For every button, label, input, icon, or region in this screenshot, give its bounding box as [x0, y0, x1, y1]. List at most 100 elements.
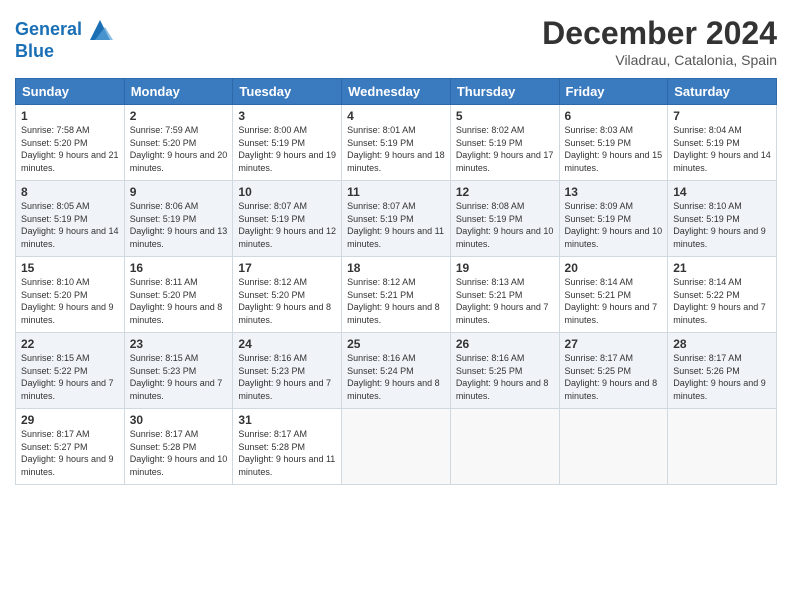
- logo: General Blue: [15, 15, 115, 62]
- day-number: 2: [130, 109, 228, 123]
- day-info: Sunrise: 8:16 AM Sunset: 5:25 PM Dayligh…: [456, 352, 554, 402]
- day-info: Sunrise: 8:13 AM Sunset: 5:21 PM Dayligh…: [456, 276, 554, 326]
- day-info: Sunrise: 8:06 AM Sunset: 5:19 PM Dayligh…: [130, 200, 228, 250]
- day-number: 5: [456, 109, 554, 123]
- day-number: 20: [565, 261, 663, 275]
- day-info: Sunrise: 8:17 AM Sunset: 5:28 PM Dayligh…: [130, 428, 228, 478]
- calendar-empty-cell: [559, 409, 668, 485]
- day-number: 4: [347, 109, 445, 123]
- calendar-day-cell: 31 Sunrise: 8:17 AM Sunset: 5:28 PM Dayl…: [233, 409, 342, 485]
- calendar-week-row: 29 Sunrise: 8:17 AM Sunset: 5:27 PM Dayl…: [16, 409, 777, 485]
- calendar-day-cell: 10 Sunrise: 8:07 AM Sunset: 5:19 PM Dayl…: [233, 181, 342, 257]
- calendar-header-wednesday: Wednesday: [342, 79, 451, 105]
- day-number: 8: [21, 185, 119, 199]
- calendar-day-cell: 28 Sunrise: 8:17 AM Sunset: 5:26 PM Dayl…: [668, 333, 777, 409]
- header: General Blue December 2024 Viladrau, Cat…: [15, 15, 777, 68]
- calendar-week-row: 22 Sunrise: 8:15 AM Sunset: 5:22 PM Dayl…: [16, 333, 777, 409]
- calendar-day-cell: 24 Sunrise: 8:16 AM Sunset: 5:23 PM Dayl…: [233, 333, 342, 409]
- calendar-day-cell: 27 Sunrise: 8:17 AM Sunset: 5:25 PM Dayl…: [559, 333, 668, 409]
- day-number: 27: [565, 337, 663, 351]
- calendar-header-friday: Friday: [559, 79, 668, 105]
- calendar-day-cell: 2 Sunrise: 7:59 AM Sunset: 5:20 PM Dayli…: [124, 105, 233, 181]
- day-number: 28: [673, 337, 771, 351]
- day-info: Sunrise: 8:12 AM Sunset: 5:21 PM Dayligh…: [347, 276, 445, 326]
- calendar-day-cell: 26 Sunrise: 8:16 AM Sunset: 5:25 PM Dayl…: [450, 333, 559, 409]
- calendar-day-cell: 22 Sunrise: 8:15 AM Sunset: 5:22 PM Dayl…: [16, 333, 125, 409]
- calendar-empty-cell: [668, 409, 777, 485]
- day-number: 18: [347, 261, 445, 275]
- calendar-day-cell: 16 Sunrise: 8:11 AM Sunset: 5:20 PM Dayl…: [124, 257, 233, 333]
- day-info: Sunrise: 8:17 AM Sunset: 5:27 PM Dayligh…: [21, 428, 119, 478]
- day-number: 7: [673, 109, 771, 123]
- calendar-day-cell: 18 Sunrise: 8:12 AM Sunset: 5:21 PM Dayl…: [342, 257, 451, 333]
- day-number: 17: [238, 261, 336, 275]
- day-info: Sunrise: 8:08 AM Sunset: 5:19 PM Dayligh…: [456, 200, 554, 250]
- calendar-week-row: 1 Sunrise: 7:58 AM Sunset: 5:20 PM Dayli…: [16, 105, 777, 181]
- calendar-day-cell: 9 Sunrise: 8:06 AM Sunset: 5:19 PM Dayli…: [124, 181, 233, 257]
- day-info: Sunrise: 8:17 AM Sunset: 5:25 PM Dayligh…: [565, 352, 663, 402]
- calendar-day-cell: 15 Sunrise: 8:10 AM Sunset: 5:20 PM Dayl…: [16, 257, 125, 333]
- calendar-header-tuesday: Tuesday: [233, 79, 342, 105]
- day-number: 31: [238, 413, 336, 427]
- day-info: Sunrise: 8:10 AM Sunset: 5:20 PM Dayligh…: [21, 276, 119, 326]
- day-info: Sunrise: 8:07 AM Sunset: 5:19 PM Dayligh…: [347, 200, 445, 250]
- calendar-week-row: 15 Sunrise: 8:10 AM Sunset: 5:20 PM Dayl…: [16, 257, 777, 333]
- day-number: 11: [347, 185, 445, 199]
- calendar-day-cell: 3 Sunrise: 8:00 AM Sunset: 5:19 PM Dayli…: [233, 105, 342, 181]
- day-number: 26: [456, 337, 554, 351]
- day-info: Sunrise: 8:07 AM Sunset: 5:19 PM Dayligh…: [238, 200, 336, 250]
- day-number: 21: [673, 261, 771, 275]
- calendar-day-cell: 13 Sunrise: 8:09 AM Sunset: 5:19 PM Dayl…: [559, 181, 668, 257]
- logo-text-line1: General: [15, 19, 82, 39]
- calendar-day-cell: 14 Sunrise: 8:10 AM Sunset: 5:19 PM Dayl…: [668, 181, 777, 257]
- calendar-day-cell: 29 Sunrise: 8:17 AM Sunset: 5:27 PM Dayl…: [16, 409, 125, 485]
- day-number: 1: [21, 109, 119, 123]
- calendar-empty-cell: [342, 409, 451, 485]
- day-info: Sunrise: 8:03 AM Sunset: 5:19 PM Dayligh…: [565, 124, 663, 174]
- page-container: General Blue December 2024 Viladrau, Cat…: [0, 0, 792, 612]
- day-info: Sunrise: 8:17 AM Sunset: 5:26 PM Dayligh…: [673, 352, 771, 402]
- calendar-header-saturday: Saturday: [668, 79, 777, 105]
- calendar-table: SundayMondayTuesdayWednesdayThursdayFrid…: [15, 78, 777, 485]
- day-info: Sunrise: 8:14 AM Sunset: 5:21 PM Dayligh…: [565, 276, 663, 326]
- day-info: Sunrise: 8:17 AM Sunset: 5:28 PM Dayligh…: [238, 428, 336, 478]
- calendar-header-thursday: Thursday: [450, 79, 559, 105]
- day-number: 14: [673, 185, 771, 199]
- calendar-day-cell: 8 Sunrise: 8:05 AM Sunset: 5:19 PM Dayli…: [16, 181, 125, 257]
- day-info: Sunrise: 8:00 AM Sunset: 5:19 PM Dayligh…: [238, 124, 336, 174]
- day-number: 10: [238, 185, 336, 199]
- day-number: 12: [456, 185, 554, 199]
- calendar-day-cell: 19 Sunrise: 8:13 AM Sunset: 5:21 PM Dayl…: [450, 257, 559, 333]
- day-number: 6: [565, 109, 663, 123]
- calendar-empty-cell: [450, 409, 559, 485]
- calendar-day-cell: 20 Sunrise: 8:14 AM Sunset: 5:21 PM Dayl…: [559, 257, 668, 333]
- day-info: Sunrise: 8:14 AM Sunset: 5:22 PM Dayligh…: [673, 276, 771, 326]
- calendar-day-cell: 17 Sunrise: 8:12 AM Sunset: 5:20 PM Dayl…: [233, 257, 342, 333]
- day-info: Sunrise: 7:59 AM Sunset: 5:20 PM Dayligh…: [130, 124, 228, 174]
- calendar-day-cell: 25 Sunrise: 8:16 AM Sunset: 5:24 PM Dayl…: [342, 333, 451, 409]
- calendar-day-cell: 23 Sunrise: 8:15 AM Sunset: 5:23 PM Dayl…: [124, 333, 233, 409]
- day-number: 23: [130, 337, 228, 351]
- calendar-day-cell: 11 Sunrise: 8:07 AM Sunset: 5:19 PM Dayl…: [342, 181, 451, 257]
- calendar-day-cell: 30 Sunrise: 8:17 AM Sunset: 5:28 PM Dayl…: [124, 409, 233, 485]
- day-info: Sunrise: 8:01 AM Sunset: 5:19 PM Dayligh…: [347, 124, 445, 174]
- day-info: Sunrise: 7:58 AM Sunset: 5:20 PM Dayligh…: [21, 124, 119, 174]
- calendar-day-cell: 12 Sunrise: 8:08 AM Sunset: 5:19 PM Dayl…: [450, 181, 559, 257]
- title-block: December 2024 Viladrau, Catalonia, Spain: [542, 15, 777, 68]
- day-info: Sunrise: 8:15 AM Sunset: 5:22 PM Dayligh…: [21, 352, 119, 402]
- day-info: Sunrise: 8:16 AM Sunset: 5:23 PM Dayligh…: [238, 352, 336, 402]
- day-info: Sunrise: 8:02 AM Sunset: 5:19 PM Dayligh…: [456, 124, 554, 174]
- logo-icon: [85, 15, 115, 45]
- calendar-week-row: 8 Sunrise: 8:05 AM Sunset: 5:19 PM Dayli…: [16, 181, 777, 257]
- day-number: 25: [347, 337, 445, 351]
- day-number: 9: [130, 185, 228, 199]
- calendar-day-cell: 5 Sunrise: 8:02 AM Sunset: 5:19 PM Dayli…: [450, 105, 559, 181]
- day-info: Sunrise: 8:09 AM Sunset: 5:19 PM Dayligh…: [565, 200, 663, 250]
- calendar-header-row: SundayMondayTuesdayWednesdayThursdayFrid…: [16, 79, 777, 105]
- day-info: Sunrise: 8:15 AM Sunset: 5:23 PM Dayligh…: [130, 352, 228, 402]
- calendar-header-monday: Monday: [124, 79, 233, 105]
- calendar-day-cell: 4 Sunrise: 8:01 AM Sunset: 5:19 PM Dayli…: [342, 105, 451, 181]
- day-number: 16: [130, 261, 228, 275]
- calendar-day-cell: 6 Sunrise: 8:03 AM Sunset: 5:19 PM Dayli…: [559, 105, 668, 181]
- day-info: Sunrise: 8:04 AM Sunset: 5:19 PM Dayligh…: [673, 124, 771, 174]
